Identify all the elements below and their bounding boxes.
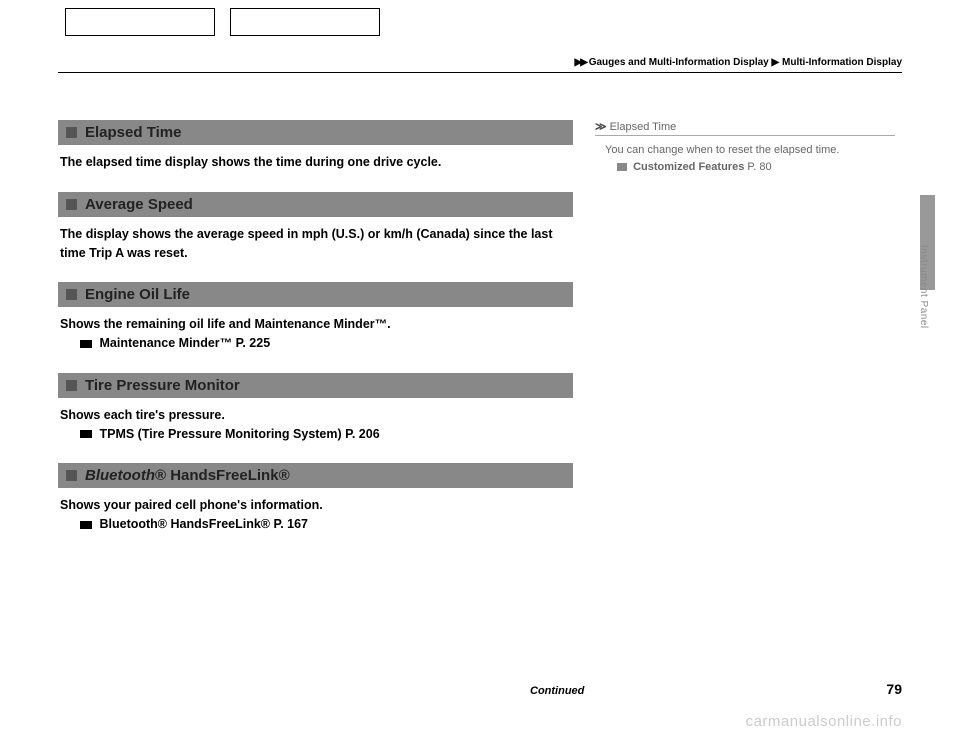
continued-label: Continued: [530, 685, 584, 697]
section-body: Shows your paired cell phone's informati…: [60, 496, 571, 534]
body-text: Shows your paired cell phone's informati…: [60, 498, 323, 512]
sidebar-header-title: Elapsed Time: [610, 121, 677, 133]
body-text: Shows the remaining oil life and Mainten…: [60, 317, 391, 331]
sidebar-ref-page: P. 80: [747, 161, 771, 173]
section-title: Engine Oil Life: [85, 286, 190, 303]
square-icon: [66, 470, 77, 481]
breadcrumb-path1: Gauges and Multi-Information Display: [589, 57, 769, 68]
title-italic: Bluetooth: [85, 467, 155, 484]
breadcrumb-arrow: ▶▶: [575, 57, 586, 68]
section-title: Average Speed: [85, 196, 193, 213]
ref-icon: [617, 163, 627, 171]
section-header-engine-oil: Engine Oil Life: [58, 282, 573, 307]
square-icon: [66, 127, 77, 138]
ref-text: Maintenance Minder™ P. 225: [99, 336, 270, 350]
section-title: Tire Pressure Monitor: [85, 377, 240, 394]
page-number: 79: [886, 681, 902, 697]
vertical-section-label: Instrument Panel: [918, 245, 929, 329]
breadcrumb-sep: ▶: [772, 57, 780, 68]
section-body: Shows each tire's pressure. TPMS (Tire P…: [60, 406, 571, 444]
sidebar-column: ≫ Elapsed Time You can change when to re…: [595, 120, 895, 173]
section-body: Shows the remaining oil life and Mainten…: [60, 315, 571, 353]
section-body: The display shows the average speed in m…: [60, 225, 571, 263]
square-icon: [66, 380, 77, 391]
watermark: carmanualsonline.info: [746, 713, 902, 730]
breadcrumb: ▶▶ Gauges and Multi-Information Display …: [575, 57, 902, 68]
body-text: Shows each tire's pressure.: [60, 408, 225, 422]
sidebar-text: You can change when to reset the elapsed…: [595, 142, 895, 159]
divider: [58, 72, 902, 73]
section-body: The elapsed time display shows the time …: [60, 153, 571, 172]
section-title: Elapsed Time: [85, 124, 181, 141]
cross-reference: TPMS (Tire Pressure Monitoring System) P…: [80, 425, 571, 444]
cross-reference: Bluetooth® HandsFreeLink® P. 167: [80, 515, 571, 534]
square-icon: [66, 199, 77, 210]
top-button-2[interactable]: [230, 8, 380, 36]
square-icon: [66, 289, 77, 300]
main-column: Elapsed Time The elapsed time display sh…: [58, 120, 573, 554]
ref-icon: [80, 521, 92, 529]
section-title: Bluetooth® HandsFreeLink®: [85, 467, 290, 484]
sidebar-header: ≫ Elapsed Time: [595, 120, 895, 136]
ref-text: Bluetooth® HandsFreeLink® P. 167: [99, 517, 308, 531]
section-header-bluetooth: Bluetooth® HandsFreeLink®: [58, 463, 573, 488]
sidebar-reference: Customized Features P. 80: [595, 161, 895, 173]
section-header-tire-pressure: Tire Pressure Monitor: [58, 373, 573, 398]
ref-text: TPMS (Tire Pressure Monitoring System) P…: [99, 427, 379, 441]
sidebar-ref-label: Customized Features: [633, 161, 744, 173]
cross-reference: Maintenance Minder™ P. 225: [80, 334, 571, 353]
section-header-average-speed: Average Speed: [58, 192, 573, 217]
ref-icon: [80, 430, 92, 438]
ref-icon: [80, 340, 92, 348]
top-button-1[interactable]: [65, 8, 215, 36]
section-header-elapsed-time: Elapsed Time: [58, 120, 573, 145]
double-arrow-icon: ≫: [595, 121, 607, 133]
breadcrumb-path2: Multi-Information Display: [782, 57, 902, 68]
